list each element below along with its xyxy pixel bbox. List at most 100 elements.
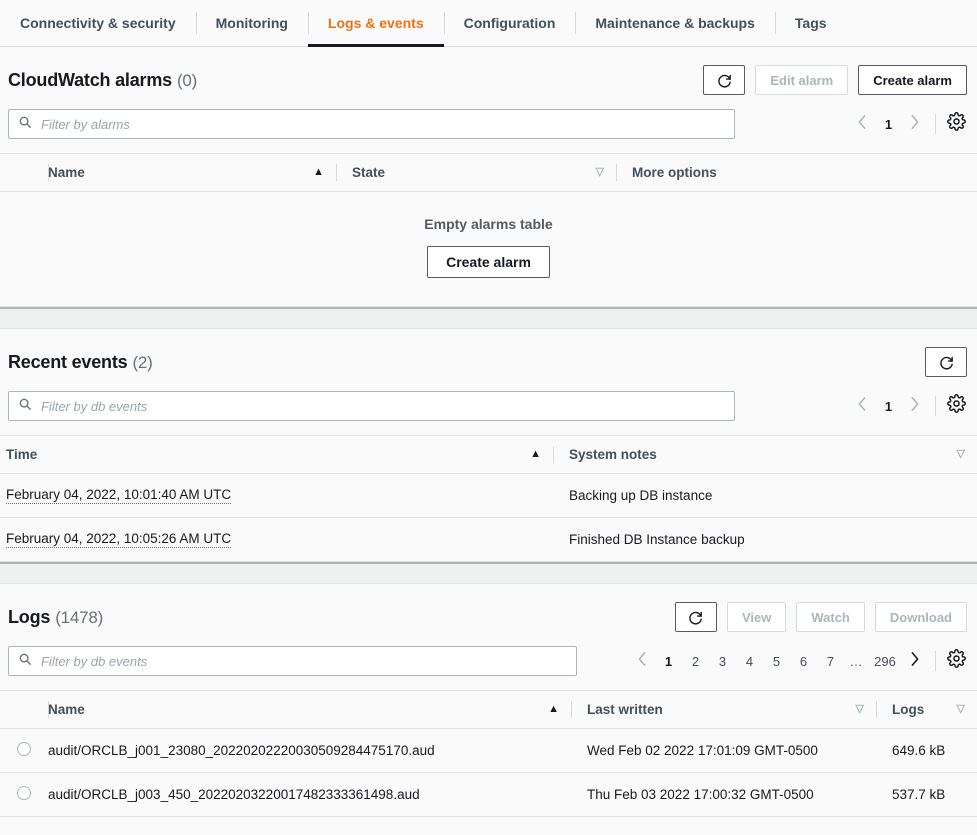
log-size-cell: 537.7 kB xyxy=(876,773,977,817)
refresh-icon xyxy=(938,354,955,371)
column-label: Logs xyxy=(892,702,924,717)
logs-actions: View Watch Download xyxy=(675,602,967,632)
events-search-input[interactable]: Filter by db events xyxy=(8,391,735,421)
sort-descending-icon: ▽ xyxy=(957,704,965,715)
logs-refresh-button[interactable] xyxy=(675,602,717,632)
table-row[interactable]: February 04, 2022, 10:01:40 AM UTC Backi… xyxy=(0,474,977,518)
table-row[interactable]: audit/ORCLB_j001_23080_20220202220030509… xyxy=(0,729,977,773)
alarms-column-state[interactable]: State ▽ xyxy=(336,154,616,192)
log-select-radio[interactable] xyxy=(17,786,31,800)
detail-tabs: Connectivity & security Monitoring Logs … xyxy=(0,0,977,47)
tab-maintenance-backups[interactable]: Maintenance & backups xyxy=(575,0,775,46)
events-refresh-button[interactable] xyxy=(925,347,967,377)
logs-page-2[interactable]: 2 xyxy=(682,648,709,674)
column-label: Time xyxy=(6,447,37,462)
table-row[interactable]: audit/ORCLB_j003_450_2022020322001748233… xyxy=(0,773,977,817)
download-log-button[interactable]: Download xyxy=(875,602,967,632)
logs-next-page[interactable] xyxy=(902,648,928,674)
event-time-cell: February 04, 2022, 10:01:40 AM UTC xyxy=(0,474,553,518)
events-next-page[interactable] xyxy=(902,393,928,419)
events-settings-button[interactable] xyxy=(945,395,967,417)
tab-label: Configuration xyxy=(464,15,556,31)
table-row[interactable]: February 04, 2022, 10:05:26 AM UTC Finis… xyxy=(0,518,977,562)
watch-log-button[interactable]: Watch xyxy=(796,602,865,632)
logs-column-name[interactable]: Name ▲ xyxy=(48,691,571,729)
tab-label: Tags xyxy=(795,15,827,31)
tab-label: Connectivity & security xyxy=(20,15,176,31)
logs-column-logs[interactable]: Logs ▽ xyxy=(876,691,977,729)
tab-label: Logs & events xyxy=(328,15,424,31)
pager-divider xyxy=(935,114,936,134)
logs-page-ellipsis: … xyxy=(844,648,868,674)
view-log-button[interactable]: View xyxy=(727,602,786,632)
alarms-next-page[interactable] xyxy=(902,111,928,137)
column-label: More options xyxy=(632,165,717,180)
logs-page-4[interactable]: 4 xyxy=(736,648,763,674)
chevron-right-icon xyxy=(910,652,920,671)
search-icon xyxy=(18,397,32,416)
logs-prev-page[interactable] xyxy=(629,648,655,674)
events-column-time[interactable]: Time ▲ xyxy=(0,436,553,474)
alarms-search-placeholder: Filter by alarms xyxy=(41,117,130,132)
alarms-table: Name ▲ State ▽ More options xyxy=(0,153,977,192)
alarms-title: CloudWatch alarms(0) xyxy=(8,70,197,91)
logs-page-6[interactable]: 6 xyxy=(790,648,817,674)
gear-icon xyxy=(947,394,966,418)
logs-page-7[interactable]: 7 xyxy=(817,648,844,674)
log-name-cell: audit/ORCLB_j003_450_2022020322001748233… xyxy=(48,773,571,817)
search-icon xyxy=(18,652,32,671)
tab-logs-events[interactable]: Logs & events xyxy=(308,0,444,46)
tab-connectivity-security[interactable]: Connectivity & security xyxy=(0,0,196,46)
alarms-select-column xyxy=(0,154,48,192)
events-filter-row: Filter by db events 1 xyxy=(0,391,977,421)
sort-ascending-icon: ▲ xyxy=(313,167,324,178)
create-alarm-button[interactable]: Create alarm xyxy=(858,65,967,95)
sort-descending-icon: ▽ xyxy=(596,167,604,178)
events-column-system-notes[interactable]: System notes ▽ xyxy=(553,436,977,474)
tab-tags[interactable]: Tags xyxy=(775,0,847,46)
events-pagination: 1 xyxy=(849,393,967,419)
logs-column-last-written[interactable]: Last written ▽ xyxy=(571,691,876,729)
sort-descending-icon: ▽ xyxy=(856,704,864,715)
events-count: (2) xyxy=(132,353,152,372)
logs-page-1[interactable]: 1 xyxy=(655,648,682,674)
chevron-left-icon xyxy=(857,397,867,416)
alarms-search-input[interactable]: Filter by alarms xyxy=(8,109,735,139)
events-page-1[interactable]: 1 xyxy=(875,393,902,419)
tab-label: Maintenance & backups xyxy=(595,15,755,31)
logs-page-296[interactable]: 296 xyxy=(868,648,902,674)
edit-alarm-button[interactable]: Edit alarm xyxy=(755,65,848,95)
cloudwatch-alarms-section: CloudWatch alarms(0) Edit alarm Create a… xyxy=(0,47,977,307)
logs-row-select-cell xyxy=(0,773,48,817)
alarms-refresh-button[interactable] xyxy=(703,65,745,95)
alarms-column-name[interactable]: Name ▲ xyxy=(48,154,336,192)
alarms-column-more-options[interactable]: More options xyxy=(616,154,977,192)
events-prev-page[interactable] xyxy=(849,393,875,419)
tab-configuration[interactable]: Configuration xyxy=(444,0,576,46)
alarms-prev-page[interactable] xyxy=(849,111,875,137)
alarms-actions: Edit alarm Create alarm xyxy=(703,65,967,95)
logs-page-3[interactable]: 3 xyxy=(709,648,736,674)
logs-settings-button[interactable] xyxy=(945,650,967,672)
sort-ascending-icon: ▲ xyxy=(530,449,541,460)
log-size-cell: 649.6 kB xyxy=(876,729,977,773)
logs-table: Name ▲ Last written ▽ Logs ▽ xyxy=(0,690,977,817)
log-select-radio[interactable] xyxy=(17,742,31,756)
tab-monitoring[interactable]: Monitoring xyxy=(196,0,308,46)
logs-page-5[interactable]: 5 xyxy=(763,648,790,674)
events-title-text: Recent events xyxy=(8,352,127,372)
alarms-settings-button[interactable] xyxy=(945,113,967,135)
refresh-icon xyxy=(687,609,704,626)
alarms-filter-row: Filter by alarms 1 xyxy=(0,109,977,139)
events-table-header-row: Time ▲ System notes ▽ xyxy=(0,436,977,474)
alarms-count: (0) xyxy=(177,71,197,90)
logs-count: (1478) xyxy=(55,608,103,627)
events-title: Recent events (2) xyxy=(8,352,153,373)
alarms-page-1[interactable]: 1 xyxy=(875,111,902,137)
log-last-written-cell: Thu Feb 03 2022 17:00:32 GMT-0500 xyxy=(571,773,876,817)
alarms-empty-create-button[interactable]: Create alarm xyxy=(427,246,550,278)
logs-title-text: Logs xyxy=(8,607,50,627)
logs-pagination: 1 2 3 4 5 6 7 … 296 xyxy=(629,648,967,674)
alarms-table-header-row: Name ▲ State ▽ More options xyxy=(0,154,977,192)
logs-search-input[interactable]: Filter by db events xyxy=(8,646,577,676)
